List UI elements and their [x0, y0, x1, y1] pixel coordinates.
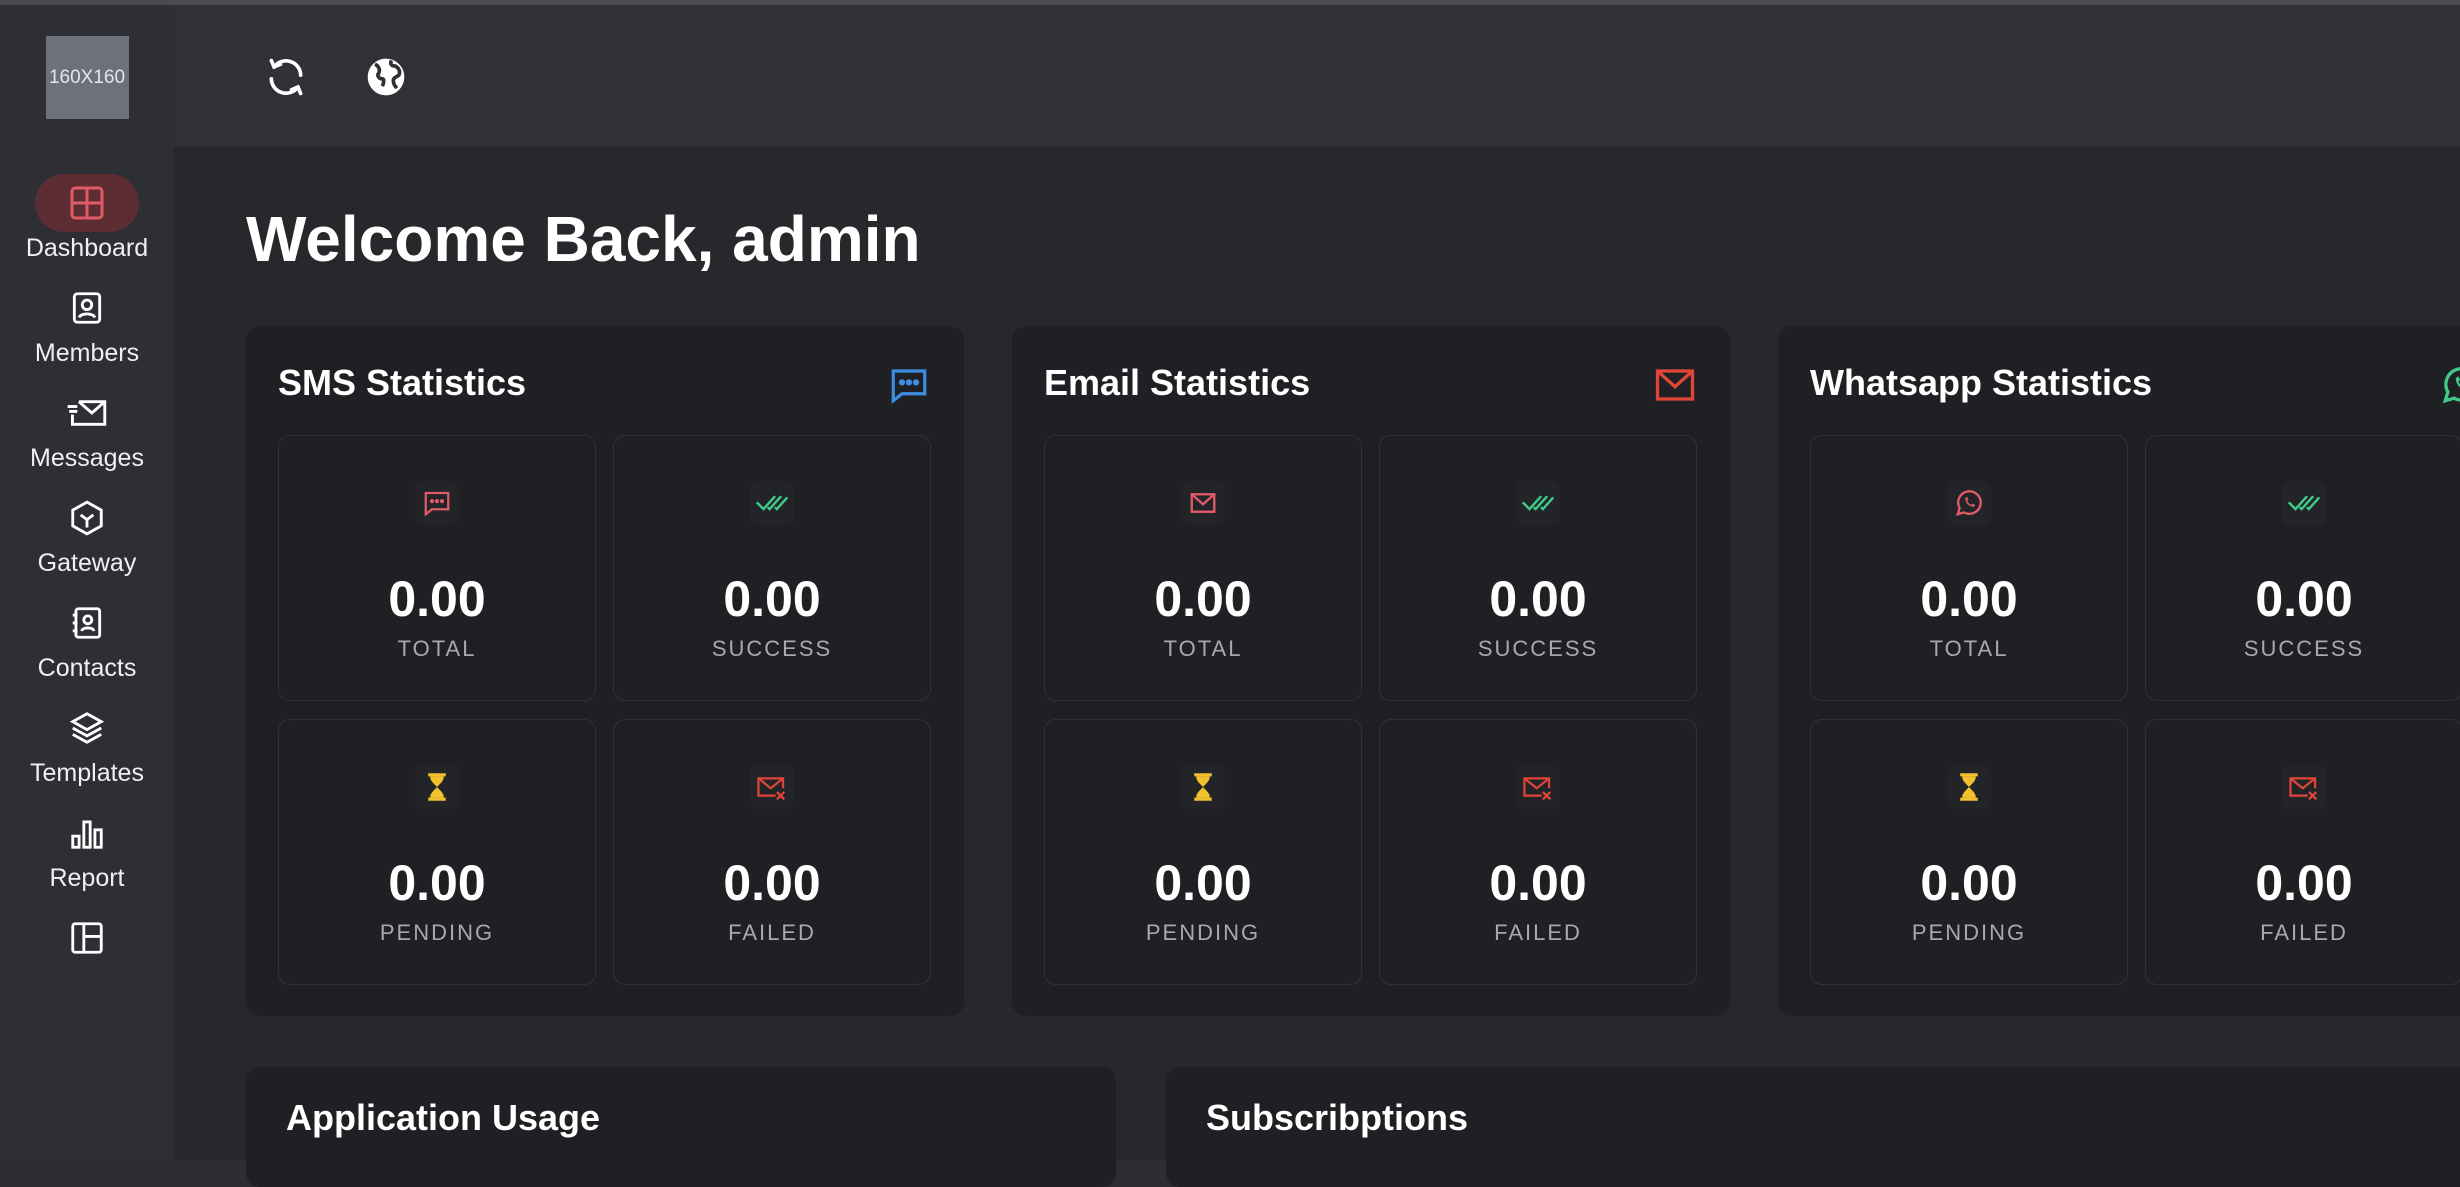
double-check-icon [1516, 481, 1560, 525]
subscriptions-card: Subscribptions [1166, 1067, 2460, 1187]
stat-caption: SUCCESS [711, 636, 833, 661]
card-title: Email Statistics [1044, 362, 1311, 403]
stat-value: 0.00 [1920, 855, 2018, 911]
main-content: Welcome Back, admin SMS Statistics 0.00 … [174, 147, 2460, 1187]
whatsapp-icon [1947, 481, 1991, 525]
mail-failed-icon [1516, 765, 1560, 809]
stat-caption: TOTAL [397, 636, 477, 661]
stat-success: 0.00 SUCCESS [613, 435, 931, 701]
stat-caption: TOTAL [1929, 636, 2009, 661]
stat-value: 0.00 [1489, 855, 1587, 911]
stat-pending: 0.00 PENDING [1044, 719, 1362, 985]
whatsapp-statistics-card: Whatsapp Statistics 0.00 TOTAL 0.00 SUCC… [1778, 326, 2460, 1016]
stat-success: 0.00 SUCCESS [1379, 435, 1697, 701]
card-title: Subscribptions [1206, 1097, 1469, 1138]
sidebar-item-report[interactable]: Report [0, 804, 174, 893]
stat-value: 0.00 [1920, 571, 2018, 627]
stat-caption: PENDING [379, 920, 495, 945]
stat-value: 0.00 [1154, 855, 1252, 911]
hourglass-icon [1947, 765, 1991, 809]
globe-icon[interactable] [364, 55, 408, 99]
gateway-icon [35, 489, 139, 547]
sidebar-item-members[interactable]: Members [0, 279, 174, 368]
report-icon [35, 804, 139, 862]
stat-caption: FAILED [728, 920, 816, 945]
members-icon [35, 279, 139, 337]
card-title: SMS Statistics [278, 362, 527, 403]
stat-caption: FAILED [1494, 920, 1582, 945]
sms-icon [415, 481, 459, 525]
stat-success: 0.00 SUCCESS [2145, 435, 2460, 701]
refresh-icon[interactable] [264, 55, 308, 99]
stat-caption: TOTAL [1163, 636, 1243, 661]
mail-failed-icon [750, 765, 794, 809]
sidebar-item-label: Templates [30, 759, 144, 787]
email-icon [1654, 364, 1696, 406]
sidebar-item-gateway[interactable]: Gateway [0, 489, 174, 578]
stat-failed: 0.00 FAILED [2145, 719, 2460, 985]
page-title: Welcome Back, admin [246, 203, 921, 275]
sms-icon [888, 364, 930, 406]
stat-value: 0.00 [2255, 571, 2353, 627]
stat-pending: 0.00 PENDING [1810, 719, 2128, 985]
sms-statistics-card: SMS Statistics 0.00 TOTAL 0.00 SUCCESS 0… [246, 326, 964, 1016]
stat-caption: PENDING [1145, 920, 1261, 945]
stat-pending: 0.00 PENDING [278, 719, 596, 985]
stat-caption: SUCCESS [2243, 636, 2365, 661]
sidebar-item-contacts[interactable]: Contacts [0, 594, 174, 683]
sidebar-item-label: Dashboard [25, 234, 149, 262]
stat-value: 0.00 [1154, 571, 1252, 627]
stat-caption: FAILED [2260, 920, 2348, 945]
stat-failed: 0.00 FAILED [1379, 719, 1697, 985]
templates-icon [35, 699, 139, 757]
stat-value: 0.00 [388, 855, 486, 911]
stat-value: 0.00 [1489, 571, 1587, 627]
sidebar-item-label: Messages [30, 444, 144, 472]
layout-icon [35, 909, 139, 967]
email-statistics-card: Email Statistics 0.00 TOTAL 0.00 SUCCESS… [1012, 326, 1730, 1016]
card-title: Application Usage [286, 1097, 601, 1138]
double-check-icon [2282, 481, 2326, 525]
stat-caption: PENDING [1911, 920, 2027, 945]
logo-text: 160X160 [48, 66, 126, 88]
stat-total: 0.00 TOTAL [1810, 435, 2128, 701]
sidebar-item-layout[interactable] [0, 909, 174, 967]
double-check-icon [750, 481, 794, 525]
topbar [174, 5, 2460, 147]
stat-value: 0.00 [2255, 855, 2353, 911]
email-icon [1181, 481, 1225, 525]
stat-caption: SUCCESS [1477, 636, 1599, 661]
whatsapp-icon [2440, 364, 2460, 406]
sidebar-item-label: Gateway [37, 549, 137, 577]
stat-value: 0.00 [723, 855, 821, 911]
dashboard-icon [35, 174, 139, 232]
contacts-icon [35, 594, 139, 652]
stat-total: 0.00 TOTAL [1044, 435, 1362, 701]
sidebar-item-label: Report [49, 864, 125, 892]
sidebar-item-label: Members [34, 339, 140, 367]
stat-value: 0.00 [388, 571, 486, 627]
hourglass-icon [1181, 765, 1225, 809]
sidebar-item-dashboard[interactable]: Dashboard [0, 174, 174, 263]
card-title: Whatsapp Statistics [1810, 362, 2153, 403]
stat-value: 0.00 [723, 571, 821, 627]
sidebar-item-templates[interactable]: Templates [0, 699, 174, 788]
mail-failed-icon [2282, 765, 2326, 809]
sidebar-item-messages[interactable]: Messages [0, 384, 174, 473]
stat-failed: 0.00 FAILED [613, 719, 931, 985]
logo[interactable]: 160X160 [45, 36, 129, 119]
stat-total: 0.00 TOTAL [278, 435, 596, 701]
messages-icon [35, 384, 139, 442]
application-usage-card: Application Usage [246, 1067, 1116, 1187]
sidebar-item-label: Contacts [37, 654, 137, 682]
hourglass-icon [415, 765, 459, 809]
sidebar: 160X160 Dashboard Members Messages Gatew… [0, 5, 174, 1160]
